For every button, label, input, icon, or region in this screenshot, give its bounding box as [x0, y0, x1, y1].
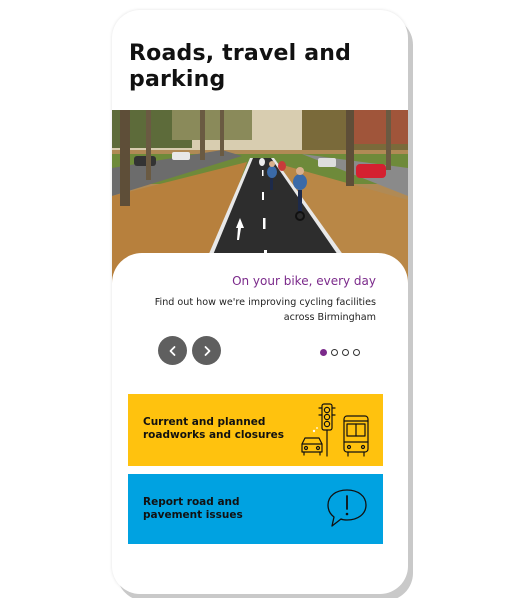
carousel-dot-4[interactable] [353, 349, 360, 356]
page-title: Roads, travel and parking [129, 41, 352, 92]
report-issues-tile[interactable]: Report road and pavement issues [128, 474, 383, 544]
carousel-next-button[interactable] [192, 336, 221, 365]
chevron-right-icon [204, 345, 210, 356]
carousel-prev-button[interactable] [158, 336, 187, 365]
carousel-dot-3[interactable] [342, 349, 349, 356]
report-issues-tile-label: Report road and pavement issues [143, 496, 243, 521]
traffic-light-car-bus-icon [301, 403, 369, 457]
chevron-left-icon [169, 345, 175, 356]
phone-screen: Roads, travel and parking On your bike, … [112, 10, 408, 594]
carousel-pagination [320, 349, 364, 356]
carousel-dot-1[interactable] [320, 349, 327, 356]
speech-bubble-exclamation-icon [327, 489, 367, 527]
slide-description: Find out how we're improving cycling fac… [154, 297, 376, 323]
carousel-dot-2[interactable] [331, 349, 338, 356]
slide-title[interactable]: On your bike, every day [232, 274, 376, 288]
roadworks-tile[interactable]: Current and planned roadworks and closur… [128, 394, 383, 466]
roadworks-tile-label: Current and planned roadworks and closur… [143, 416, 285, 441]
